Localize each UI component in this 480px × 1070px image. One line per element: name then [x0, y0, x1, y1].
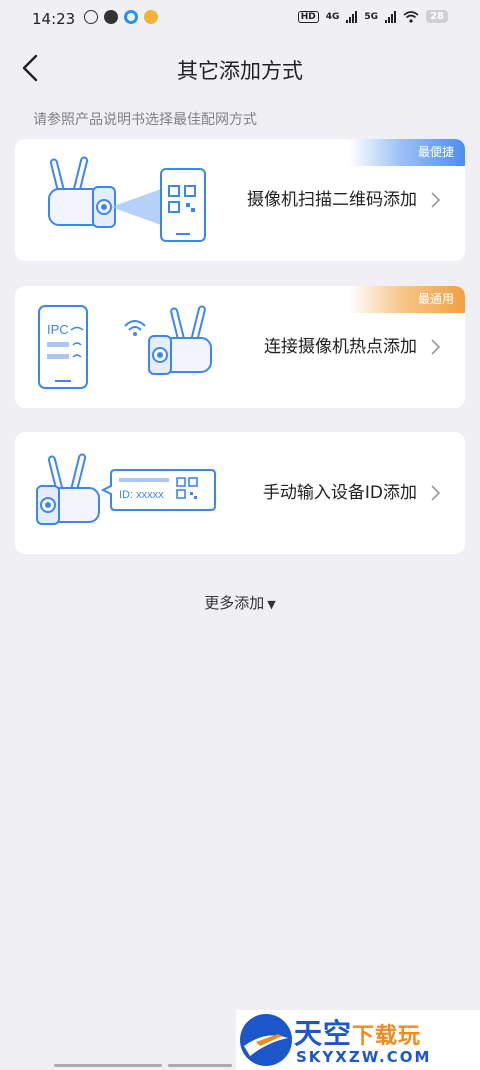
- option-qr-scan[interactable]: 最便捷 摄像机扫描二维码添加: [15, 139, 465, 261]
- app-k-icon: [84, 10, 98, 24]
- status-bar: 14:23 HD 4G 5G 28: [0, 0, 480, 38]
- instruction-text: 请参照产品说明书选择最佳配网方式: [33, 112, 257, 128]
- chevron-right-icon: [431, 485, 441, 501]
- more-add-button[interactable]: 更多添加 ▼: [0, 592, 480, 613]
- camera-device-id-illustration: ID: xxxxx: [36, 453, 216, 525]
- more-add-label: 更多添加: [204, 594, 265, 612]
- option-manual-id[interactable]: ID: xxxxx 手动输入设备ID添加: [15, 432, 465, 554]
- watermark-title: 天空下载玩: [294, 1017, 422, 1050]
- wifi-icon: [403, 10, 419, 23]
- watermark-domain: SKYXZW.COM: [296, 1048, 432, 1066]
- dropdown-arrow-icon: ▼: [267, 598, 276, 611]
- chevron-right-icon: [431, 192, 441, 208]
- system-icons: HD 4G 5G 28: [297, 10, 448, 23]
- gesture-bar-left: [54, 1064, 162, 1067]
- browser-icon: [124, 10, 138, 24]
- battery-icon: 28: [426, 10, 448, 23]
- hd-icon: HD: [297, 10, 319, 23]
- 4g-label: 4G: [325, 11, 340, 22]
- status-time: 14:23: [32, 10, 76, 28]
- device-id-text: ID: xxxxx: [119, 489, 164, 501]
- chevron-right-icon: [431, 339, 441, 355]
- option-qr-scan-label: 摄像机扫描二维码添加: [247, 190, 417, 210]
- sky-logo-icon: [240, 1014, 292, 1066]
- option-manual-id-label: 手动输入设备ID添加: [262, 483, 417, 503]
- notification-icons: [84, 10, 158, 24]
- watermark: 天空下载玩 SKYXZW.COM: [236, 1010, 480, 1070]
- signal-icon-2: [385, 10, 397, 23]
- phone-hotspot-illustration: IPC: [38, 305, 212, 389]
- chat-bubble-icon: [104, 10, 118, 24]
- 5g-label: 5G: [364, 11, 379, 22]
- option-hotspot-label: 连接摄像机热点添加: [264, 337, 417, 357]
- camera-scan-qr-illustration: [48, 156, 206, 242]
- gesture-bar-mid: [168, 1064, 232, 1067]
- weibo-icon: [144, 10, 158, 24]
- phone-ipc-text: IPC: [47, 322, 69, 337]
- option-hotspot[interactable]: IPC 最通用 连接摄像机热点添加: [15, 286, 465, 408]
- signal-icon-1: [346, 10, 358, 23]
- page-title: 其它添加方式: [177, 59, 303, 83]
